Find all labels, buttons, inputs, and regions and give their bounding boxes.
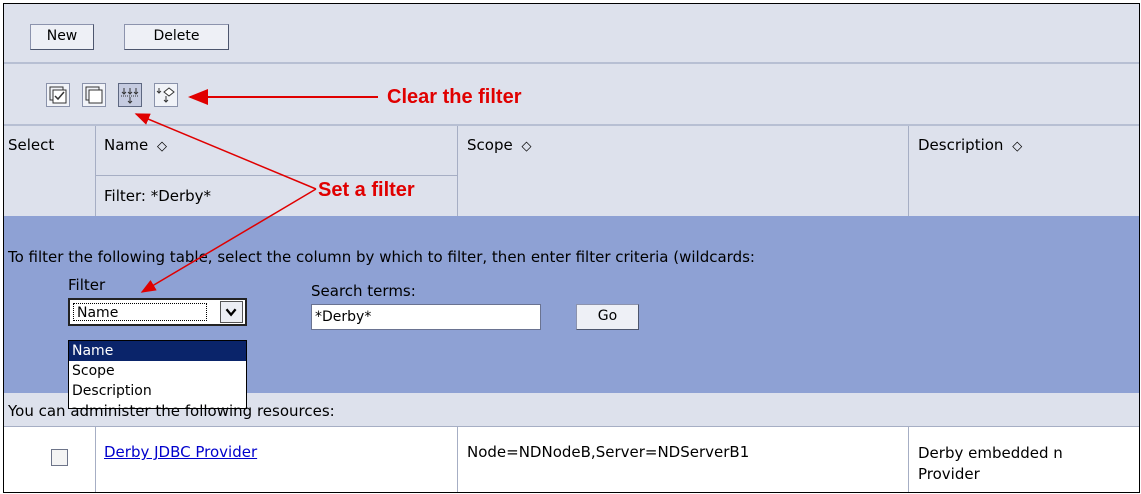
set-filter-annotation: Set a filter: [318, 179, 415, 201]
description-header-label: Description: [918, 136, 1004, 154]
option-name[interactable]: Name: [69, 341, 246, 361]
search-terms-input[interactable]: *Derby*: [311, 304, 541, 330]
new-button[interactable]: New: [30, 24, 94, 50]
name-header-label: Name: [104, 136, 149, 154]
option-description[interactable]: Description: [69, 381, 246, 401]
row-select-checkbox[interactable]: [51, 449, 68, 466]
chevron-down-icon[interactable]: [220, 301, 243, 323]
toolbar-divider: [4, 62, 1139, 64]
filter-select-value: Name: [73, 303, 207, 321]
clear-filter-icon[interactable]: [154, 83, 178, 107]
resource-name-link[interactable]: Derby JDBC Provider: [104, 443, 257, 461]
clear-filter-annotation: Clear the filter: [387, 86, 522, 108]
resource-list-panel: New Delete Select Name ◇ Scope ◇ Descrip…: [3, 3, 1140, 493]
scope-header-label: Scope: [467, 136, 513, 154]
show-filter-icon[interactable]: [118, 83, 142, 107]
description-line: Derby embedded n: [918, 444, 1063, 462]
sort-icon[interactable]: ◇: [521, 139, 531, 154]
active-filter-label: Filter: *Derby*: [104, 187, 212, 205]
filter-column-select[interactable]: Name: [68, 298, 247, 326]
select-column-header: Select: [8, 136, 55, 154]
search-terms-label: Search terms:: [311, 282, 416, 300]
filter-options-dropdown[interactable]: Name Scope Description: [68, 340, 247, 409]
filter-instructions: To filter the following table, select th…: [8, 248, 755, 266]
table-row: Derby JDBC Provider Node=NDNodeB,Server=…: [4, 427, 1139, 492]
resource-description: Derby embedded n Provider: [918, 443, 1063, 485]
description-column-header[interactable]: Description ◇: [918, 136, 1023, 154]
sort-icon[interactable]: ◇: [1012, 139, 1022, 154]
resources-caption: You can administer the following resourc…: [8, 402, 335, 420]
scope-column-header[interactable]: Scope ◇: [467, 136, 532, 154]
filter-panel: To filter the following table, select th…: [4, 216, 1139, 409]
go-button[interactable]: Go: [576, 304, 639, 330]
resource-scope: Node=NDNodeB,Server=NDServerB1: [467, 443, 750, 461]
option-scope[interactable]: Scope: [69, 361, 246, 381]
deselect-all-icon[interactable]: [82, 83, 106, 107]
delete-button[interactable]: Delete: [124, 24, 229, 50]
header-divider: [4, 124, 1139, 126]
name-column-header[interactable]: Name ◇: [104, 136, 168, 154]
select-all-icon[interactable]: [46, 83, 70, 107]
description-line: Provider: [918, 465, 980, 483]
sort-icon[interactable]: ◇: [157, 139, 167, 154]
filter-label: Filter: [68, 276, 106, 294]
